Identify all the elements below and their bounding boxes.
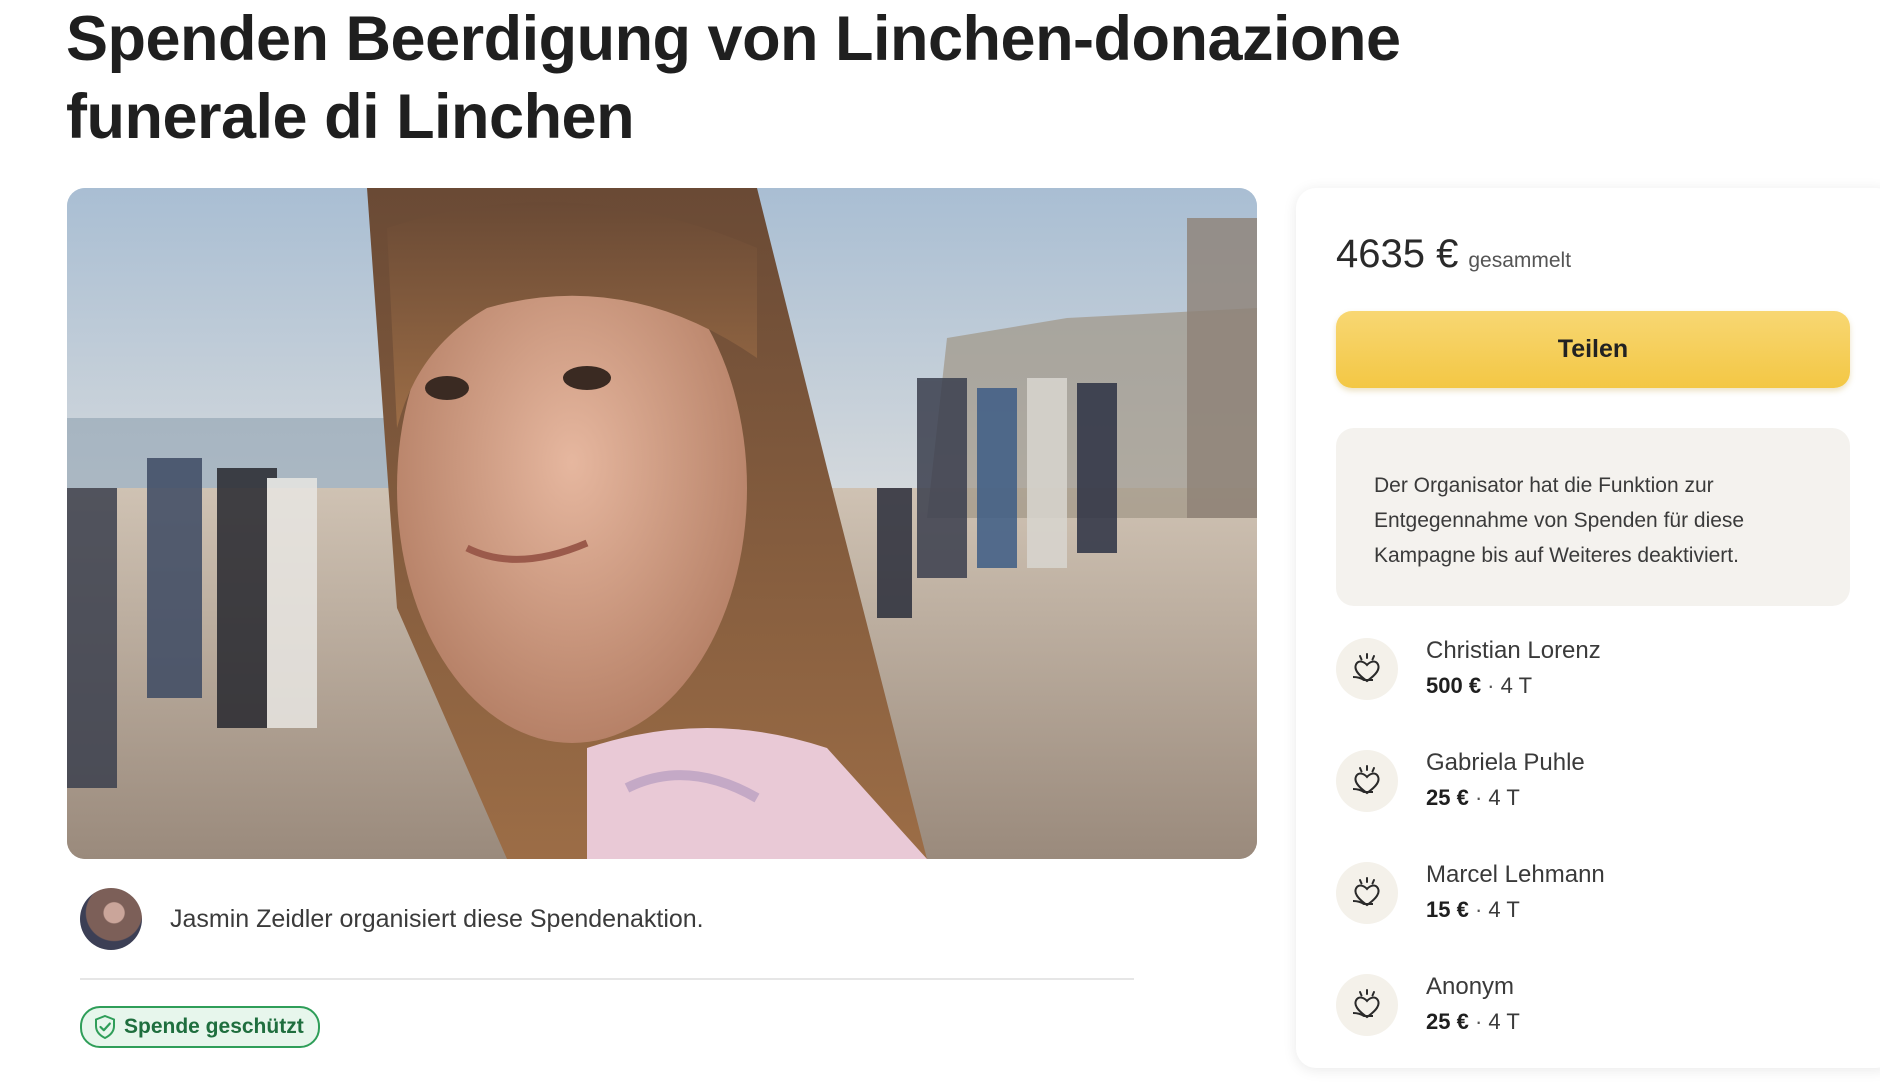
donation-item: Marcel Lehmann 15 € · 4 T xyxy=(1336,860,1850,972)
organizer-avatar[interactable] xyxy=(80,888,142,950)
donation-heart-icon xyxy=(1336,638,1398,700)
share-button[interactable]: Teilen xyxy=(1336,311,1850,388)
organizer-text: Jasmin Zeidler organisiert diese Spenden… xyxy=(170,904,704,933)
page-title: Spenden Beerdigung von Linchen-donazione… xyxy=(66,4,1401,152)
donations-disabled-notice: Der Organisator hat die Funktion zur Ent… xyxy=(1336,428,1850,606)
donation-item: Christian Lorenz 500 € · 4 T xyxy=(1336,636,1850,748)
campaign-photo xyxy=(67,188,1257,859)
separator: · xyxy=(1468,785,1489,810)
donation-item: Gabriela Puhle 25 € · 4 T xyxy=(1336,748,1850,860)
donation-amount: 25 € xyxy=(1426,1009,1469,1034)
badge-label: Spende geschützt xyxy=(124,1015,304,1038)
donation-time: 4 T xyxy=(1488,1009,1520,1034)
donation-amount: 15 € xyxy=(1426,897,1469,922)
donor-name: Marcel Lehmann xyxy=(1426,861,1605,888)
separator: · xyxy=(1481,673,1501,698)
donation-heart-icon xyxy=(1336,862,1398,924)
donation-time: 4 T xyxy=(1488,785,1520,810)
donation-heart-icon xyxy=(1336,974,1398,1036)
donation-time: 4 T xyxy=(1500,673,1533,698)
donation-time: 4 T xyxy=(1488,897,1520,922)
donor-name: Gabriela Puhle xyxy=(1426,749,1585,776)
divider xyxy=(80,978,1134,980)
amount-raised: 4635 € gesammelt xyxy=(1336,232,1571,277)
amount-value: 4635 € xyxy=(1336,232,1459,276)
donation-list: Christian Lorenz 500 € · 4 T Gabriela Pu… xyxy=(1336,636,1850,1084)
amount-label: gesammelt xyxy=(1468,249,1572,272)
separator: · xyxy=(1468,1009,1489,1034)
shield-icon xyxy=(95,1015,115,1039)
donation-item: Anonym 25 € · 4 T xyxy=(1336,972,1850,1084)
donation-amount: 25 € xyxy=(1426,785,1469,810)
organizer-row: Jasmin Zeidler organisiert diese Spenden… xyxy=(80,886,704,952)
separator: · xyxy=(1468,897,1489,922)
campaign-photo-illustration xyxy=(67,188,1257,859)
donation-protected-badge[interactable]: Spende geschützt xyxy=(80,1006,320,1048)
donation-amount: 500 € xyxy=(1426,673,1482,698)
donation-heart-icon xyxy=(1336,750,1398,812)
donor-name: Anonym xyxy=(1426,973,1515,1000)
donor-name: Christian Lorenz xyxy=(1426,637,1601,664)
